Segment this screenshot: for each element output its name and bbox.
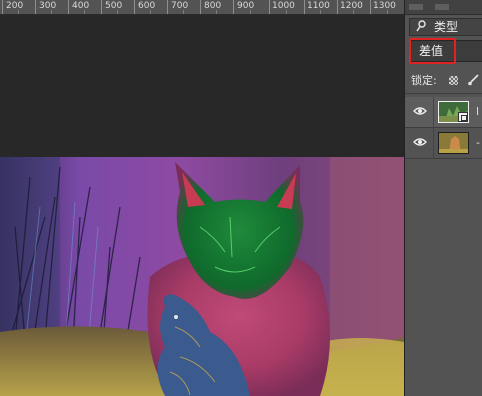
ruler-label: 800 — [204, 1, 222, 11]
eye-icon[interactable] — [413, 106, 427, 116]
lock-transparent-pixels-icon[interactable] — [449, 76, 458, 85]
ruler-label: 200 — [6, 1, 24, 11]
ruler-label: 600 — [138, 1, 156, 11]
smart-object-icon — [458, 112, 468, 122]
layer-name[interactable]: l — [476, 105, 479, 119]
horizontal-ruler[interactable]: 200 300 400 500 600 700 800 900 1000 110… — [0, 0, 404, 15]
ruler-label: 700 — [171, 1, 189, 11]
search-icon — [416, 20, 426, 32]
ruler-label: 300 — [39, 1, 57, 11]
ruler-label: 500 — [105, 1, 123, 11]
lock-row: 锁定: — [405, 68, 482, 94]
layer-filter-dropdown[interactable]: 类型 — [409, 18, 482, 36]
blend-mode-dropdown[interactable]: 差值 — [409, 38, 482, 64]
ruler-label: 1000 — [272, 1, 295, 11]
panel-tab-bar[interactable] — [405, 0, 482, 15]
blend-mode-highlight-annotation — [409, 38, 456, 64]
filter-kind-label: 类型 — [434, 20, 459, 34]
layer-row[interactable]: l — [405, 97, 482, 128]
lock-label: 锁定: — [411, 74, 437, 87]
layer-thumbnail[interactable] — [438, 132, 469, 154]
ruler-label: 400 — [72, 1, 90, 11]
eye-icon[interactable] — [413, 137, 427, 147]
difference-blend-artwork — [0, 157, 404, 396]
lock-image-pixels-icon[interactable] — [467, 74, 479, 86]
layer-name[interactable]: - — [476, 136, 480, 150]
layers-panel: 类型 差值 锁定: l - — [404, 0, 482, 396]
ruler-label: 1200 — [340, 1, 363, 11]
ruler-label: 900 — [237, 1, 255, 11]
layer-row[interactable]: - — [405, 128, 482, 159]
canvas-image[interactable] — [0, 157, 404, 396]
ruler-label: 1300 — [373, 1, 396, 11]
document-canvas-area[interactable] — [0, 15, 404, 396]
ruler-label: 1100 — [307, 1, 330, 11]
